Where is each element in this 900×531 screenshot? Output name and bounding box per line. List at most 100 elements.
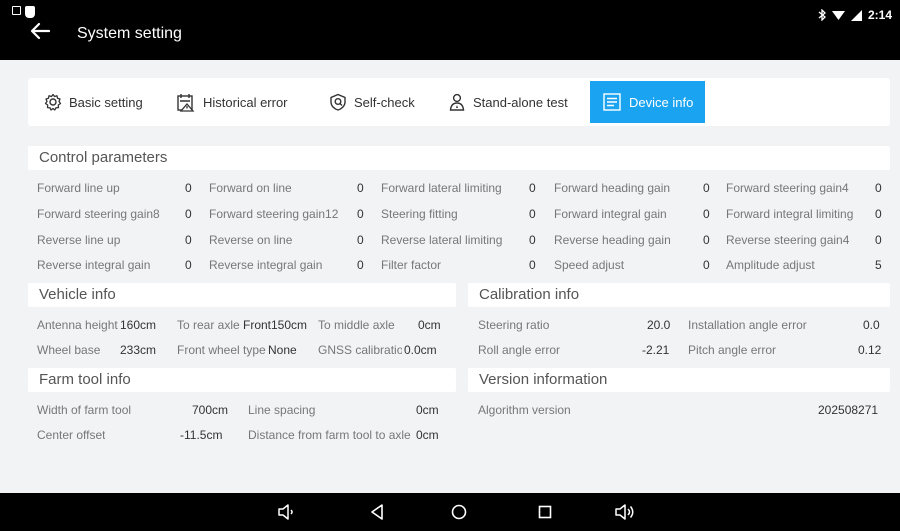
notification-icons xyxy=(12,6,35,18)
param-value: 0 xyxy=(185,233,192,247)
calibration-value: -2.21 xyxy=(642,343,670,357)
wifi-icon xyxy=(832,10,845,20)
farm-tool-label: Distance from farm tool to axle xyxy=(248,428,411,442)
vehicle-label: Wheel base xyxy=(37,343,101,357)
version-label: Algorithm version xyxy=(478,403,571,417)
system-nav-bar xyxy=(0,493,900,531)
param-value: 5 xyxy=(875,258,882,272)
param-label: Steering fitting xyxy=(381,207,458,221)
tab-basic-setting-label: Basic setting xyxy=(69,94,143,110)
param-value: 0 xyxy=(875,207,882,221)
param-label: Forward lateral limiting xyxy=(381,181,502,195)
param-value: 0 xyxy=(529,207,536,221)
self-check-icon xyxy=(329,93,347,111)
param-label: Reverse lateral limiting xyxy=(381,233,503,247)
param-label: Forward heading gain xyxy=(554,181,671,195)
screenshot-notification-icon xyxy=(12,6,21,15)
signal-icon xyxy=(851,9,862,21)
tab-device-info[interactable]: Device info xyxy=(590,81,706,123)
param-label: Reverse heading gain xyxy=(554,233,671,247)
param-label: Forward integral limiting xyxy=(726,207,854,221)
param-label: Forward steering gain4 xyxy=(726,181,849,195)
calibration-label: Roll angle error xyxy=(478,343,561,357)
vehicle-value: 0.0cm xyxy=(404,343,437,357)
vehicle-label: To rear axle xyxy=(177,318,240,332)
version-info-header: Version information xyxy=(468,368,890,392)
clock-time: 2:14 xyxy=(868,8,893,22)
param-label: Reverse integral gain xyxy=(37,258,151,272)
param-label: Filter factor xyxy=(381,258,442,272)
farm-tool-value: -11.5cm xyxy=(180,428,223,442)
home-circle-icon[interactable] xyxy=(448,502,470,522)
param-value: 0 xyxy=(357,207,364,221)
farm-tool-label: Width of farm tool xyxy=(37,403,132,417)
vehicle-label: Front wheel type xyxy=(177,343,266,357)
bluetooth-icon xyxy=(818,9,826,21)
tab-stand-alone-test-label: Stand-alone test xyxy=(473,94,568,110)
vehicle-value: 160cm xyxy=(120,318,157,332)
version-value: 202508271 xyxy=(818,403,879,417)
param-value: 0 xyxy=(357,233,364,247)
tab-historical-error[interactable]: Historical error xyxy=(164,78,300,126)
vehicle-value: None xyxy=(268,343,297,357)
gear-icon xyxy=(44,93,62,111)
param-label: Reverse on line xyxy=(209,233,293,247)
vehicle-label: GNSS calibration xyxy=(318,343,402,357)
param-value: 0 xyxy=(703,258,710,272)
param-value: 0 xyxy=(185,207,192,221)
tab-historical-error-label: Historical error xyxy=(203,94,288,110)
vehicle-value: Front150cm xyxy=(243,318,308,332)
farm-tool-label: Center offset xyxy=(37,428,106,442)
farm-tool-value: 700cm xyxy=(192,403,229,417)
device-info-icon xyxy=(602,92,622,112)
param-value: 0 xyxy=(875,181,882,195)
param-label: Forward integral gain xyxy=(554,207,667,221)
param-value: 0 xyxy=(185,181,192,195)
param-value: 0 xyxy=(703,181,710,195)
farm-tool-value: 0cm xyxy=(416,428,439,442)
volume-up-icon[interactable] xyxy=(614,502,636,522)
person-test-icon xyxy=(448,93,466,111)
control-parameters-header: Control parameters xyxy=(28,146,890,170)
page-title: System setting xyxy=(77,25,182,42)
param-value: 0 xyxy=(703,207,710,221)
param-value: 0 xyxy=(529,181,536,195)
param-label: Reverse line up xyxy=(37,233,121,247)
param-value: 0 xyxy=(185,258,192,272)
tab-self-check-label: Self-check xyxy=(354,94,415,110)
param-value: 0 xyxy=(875,233,882,247)
param-label: Reverse integral gain xyxy=(209,258,323,272)
calibration-label: Installation angle error xyxy=(688,318,807,332)
farm-tool-info-header: Farm tool info xyxy=(28,368,456,392)
volume-down-icon[interactable] xyxy=(276,502,298,522)
param-label: Speed adjust xyxy=(554,258,625,272)
farm-tool-value: 0cm xyxy=(416,403,439,417)
vehicle-value: 0cm xyxy=(418,318,441,332)
tab-basic-setting[interactable]: Basic setting xyxy=(32,78,155,126)
farm-tool-label: Line spacing xyxy=(248,403,316,417)
calibration-label: Steering ratio xyxy=(478,318,550,332)
calibration-value: 0.12 xyxy=(858,343,882,357)
app-bar: System setting 2:14 xyxy=(0,0,900,60)
calibration-label: Pitch angle error xyxy=(688,343,777,357)
tab-self-check[interactable]: Self-check xyxy=(317,78,427,126)
calibration-info-header: Calibration info xyxy=(468,283,890,307)
param-value: 0 xyxy=(529,258,536,272)
tab-bar: Basic setting Historical error Self-chec… xyxy=(28,78,890,126)
param-value: 0 xyxy=(529,233,536,247)
param-label: Forward on line xyxy=(209,181,292,195)
back-arrow-icon[interactable] xyxy=(30,22,51,45)
param-label: Amplitude adjust xyxy=(726,258,815,272)
vehicle-label: Antenna height xyxy=(37,318,118,332)
param-value: 0 xyxy=(357,181,364,195)
param-value: 0 xyxy=(703,233,710,247)
tab-device-info-label: Device info xyxy=(629,94,694,110)
back-triangle-icon[interactable] xyxy=(366,502,388,522)
param-label: Forward steering gain12 xyxy=(209,207,339,221)
app-notification-icon xyxy=(25,6,35,18)
calibration-value: 0.0 xyxy=(863,318,880,332)
recents-square-icon[interactable] xyxy=(534,502,556,522)
param-value: 0 xyxy=(357,258,364,272)
vehicle-label: To middle axle xyxy=(318,318,395,332)
tab-stand-alone-test[interactable]: Stand-alone test xyxy=(436,78,580,126)
